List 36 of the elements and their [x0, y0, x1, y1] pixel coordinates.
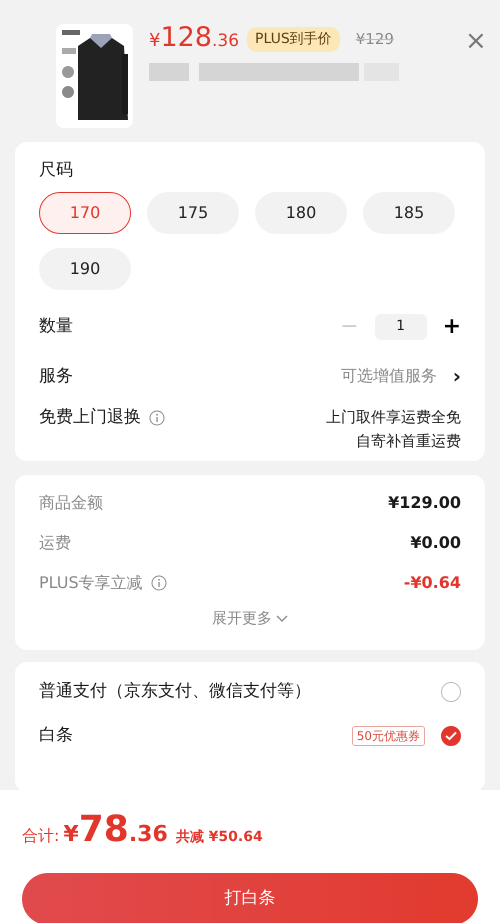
radio-button[interactable]: [441, 682, 461, 702]
return-label: 免费上门退换: [39, 406, 141, 429]
chevron-icon[interactable]: ›: [452, 366, 461, 386]
radio-button[interactable]: [441, 726, 461, 746]
increase-button[interactable]: +: [442, 316, 461, 338]
return-note: 上门取件享运费全免: [326, 407, 461, 428]
size-option[interactable]: 185: [363, 192, 455, 234]
amount-value: ¥129.00: [388, 492, 461, 514]
quantity-field[interactable]: 1: [374, 314, 427, 340]
service-value[interactable]: 可选增值服务: [340, 364, 437, 388]
close-button[interactable]: ×: [465, 28, 487, 54]
chevron-down-icon[interactable]: [276, 614, 288, 623]
payment-option[interactable]: 普通支付（京东支付、微信支付等）: [39, 678, 311, 704]
product-price: ¥128.36: [149, 24, 240, 54]
info-icon[interactable]: [149, 410, 165, 426]
service-label: 服务: [39, 364, 73, 388]
section-label: 尺码: [39, 159, 74, 182]
size-option[interactable]: 190: [39, 248, 131, 290]
amount-label: 运费: [39, 532, 71, 554]
amount-value: ¥0.00: [410, 532, 461, 554]
quantity-label: 数量: [39, 314, 73, 338]
price-tag: PLUS到手价: [247, 26, 340, 52]
return-note: 自寄补首重运费: [355, 431, 461, 452]
check-icon: [445, 730, 457, 740]
info-icon[interactable]: [150, 575, 167, 591]
coupon-tag: 50元优惠券: [352, 726, 425, 746]
pay-button[interactable]: 打白条: [22, 873, 478, 923]
expand-more-link[interactable]: 展开更多: [212, 609, 272, 627]
total-price: 合计: ¥78.36 共减 ¥50.64: [22, 812, 264, 851]
size-option[interactable]: 175: [147, 192, 239, 234]
amount-label: PLUS专享立减: [39, 572, 143, 594]
size-option[interactable]: 170: [39, 192, 131, 234]
payment-option[interactable]: 白条: [39, 722, 73, 748]
amount-value: -¥0.64: [404, 572, 461, 594]
size-option[interactable]: 180: [255, 192, 347, 234]
amount-label: 商品金额: [39, 492, 103, 514]
